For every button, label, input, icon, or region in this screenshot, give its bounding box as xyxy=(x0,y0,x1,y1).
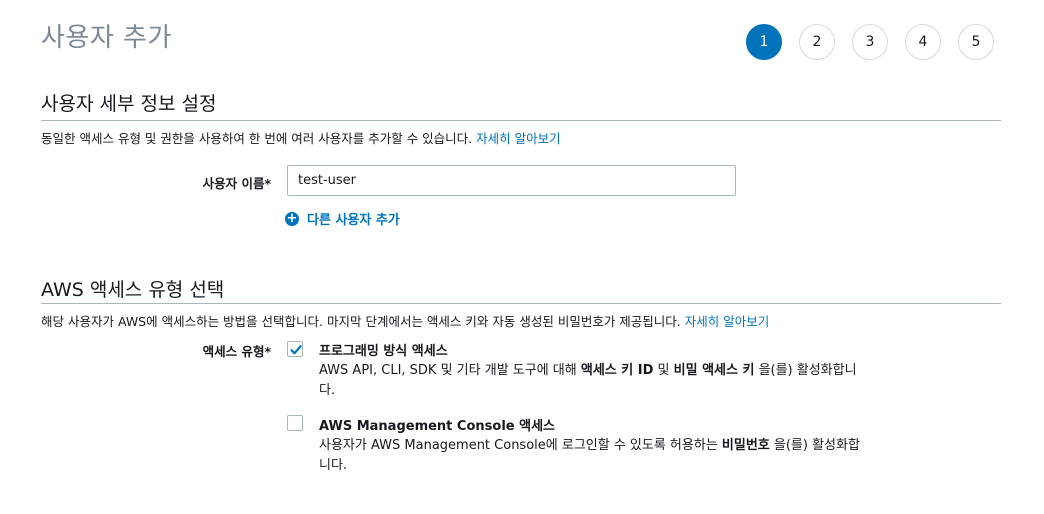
section-divider xyxy=(41,120,1001,121)
learn-more-link[interactable]: 자세히 알아보기 xyxy=(685,314,769,329)
user-details-description-text: 동일한 액세스 유형 및 권한을 사용하여 한 번에 여러 사용자를 추가할 수… xyxy=(41,131,473,146)
step-2[interactable]: 2 xyxy=(799,24,835,60)
programmatic-access-description: AWS API, CLI, SDK 및 기타 개발 도구에 대해 액세스 키 I… xyxy=(319,363,857,398)
learn-more-link[interactable]: 자세히 알아보기 xyxy=(476,131,560,146)
user-details-section-title: 사용자 세부 정보 설정 xyxy=(41,93,217,115)
access-type-description: 해당 사용자가 AWS에 액세스하는 방법을 선택합니다. 마지막 단계에서는 … xyxy=(41,311,769,330)
console-access-title: AWS Management Console 액세스 xyxy=(319,419,555,434)
access-type-section-title: AWS 액세스 유형 선택 xyxy=(41,279,225,301)
checkmark-icon xyxy=(290,345,302,355)
programmatic-access-title: 프로그래밍 방식 액세스 xyxy=(319,344,448,359)
programmatic-access-checkbox[interactable] xyxy=(287,341,303,357)
add-another-user-label: 다른 사용자 추가 xyxy=(307,213,400,228)
step-1[interactable]: 1 xyxy=(746,24,782,60)
step-4[interactable]: 4 xyxy=(905,24,941,60)
step-5[interactable]: 5 xyxy=(958,24,994,60)
add-another-user-button[interactable]: + 다른 사용자 추가 xyxy=(285,209,400,228)
wizard-steps: 1 2 3 4 5 xyxy=(746,24,1011,60)
console-access-checkbox[interactable] xyxy=(287,415,303,431)
plus-circle-icon: + xyxy=(285,211,299,226)
access-type-description-text: 해당 사용자가 AWS에 액세스하는 방법을 선택합니다. 마지막 단계에서는 … xyxy=(41,314,681,329)
access-type-label: 액세스 유형* xyxy=(202,344,271,359)
console-access-description: 사용자가 AWS Management Console에 로그인할 수 있도록 … xyxy=(319,438,860,473)
user-details-description: 동일한 액세스 유형 및 권한을 사용하여 한 번에 여러 사용자를 추가할 수… xyxy=(41,128,561,147)
username-label: 사용자 이름* xyxy=(202,176,271,191)
username-input[interactable] xyxy=(287,165,736,196)
page-title: 사용자 추가 xyxy=(41,23,172,53)
section-divider xyxy=(41,303,1001,304)
step-3[interactable]: 3 xyxy=(852,24,888,60)
